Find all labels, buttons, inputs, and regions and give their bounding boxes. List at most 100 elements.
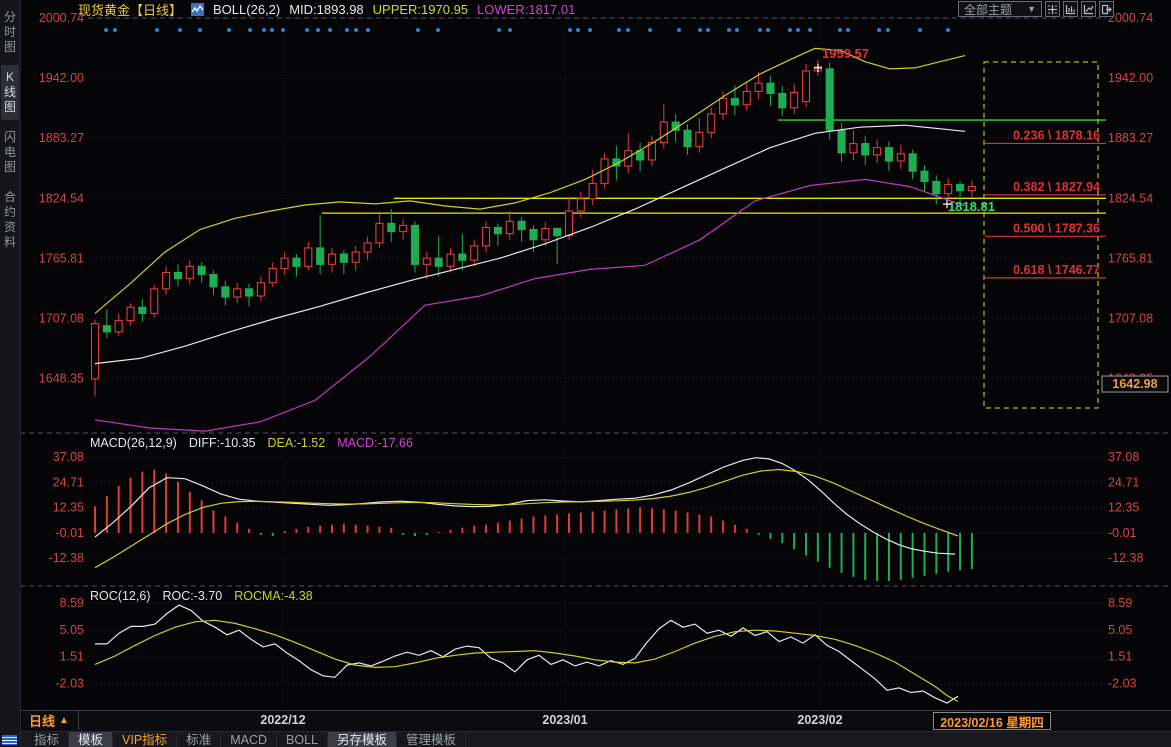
macd-dea-value: DEA:-1.52: [268, 436, 326, 450]
roc-roc-line: [95, 605, 958, 703]
event-dot: [877, 28, 881, 32]
chart-element: [364, 243, 371, 252]
chart-element: [376, 223, 383, 242]
event-dot: [262, 28, 266, 32]
chart-element: [566, 211, 573, 236]
trading-app-window: 2000.742000.741942.001942.001883.271883.…: [0, 0, 1171, 747]
chart-element: [92, 324, 99, 379]
indicator-kline-icon: [191, 3, 204, 16]
axis-tick-left: -0.01: [56, 526, 85, 540]
event-dot: [838, 28, 842, 32]
sidebar-item-label: K线图: [4, 70, 17, 115]
chart-element: [755, 83, 762, 91]
marked-price-box: 1642.98: [1112, 377, 1157, 391]
crosshair-icon-button[interactable]: [1045, 1, 1060, 17]
current-date-box: 2023/02/16 星期四: [933, 712, 1051, 730]
fib-level-label: 0.236 \ 1878.16: [1013, 128, 1100, 142]
boll-indicator-label: BOLL(26,2): [213, 2, 280, 17]
chart-element: [234, 289, 241, 297]
theme-dropdown[interactable]: 全部主题 ▼: [958, 1, 1042, 17]
bar-scale-icon-button[interactable]: [1063, 1, 1078, 17]
axis-tick-left: 1942.00: [39, 71, 84, 85]
boll-lower-line: [95, 179, 965, 431]
chart-element: [198, 266, 205, 274]
axis-tick-right: -2.03: [1108, 677, 1137, 691]
event-dot: [677, 28, 681, 32]
chart-element: [151, 289, 158, 314]
axis-tick-right: -0.01: [1108, 526, 1137, 540]
macd-indicator-label: MACD(26,12,9): [90, 436, 177, 450]
chevron-down-icon: ▼: [1027, 4, 1036, 14]
axis-tick-left: 37.08: [53, 450, 84, 464]
roc-value: ROC:-3.70: [162, 589, 222, 603]
event-dot: [918, 28, 922, 32]
axis-tick-right: 1883.27: [1108, 131, 1153, 145]
sidebar-item-2[interactable]: 闪电图: [1, 125, 19, 180]
axis-tick-left: 1707.08: [39, 311, 84, 325]
time-axis-bar: 日线 ▲ 2023/02/16 星期四 2022/122023/012023/0…: [20, 710, 1171, 731]
chart-element: [921, 171, 928, 181]
boll-upper-line: [95, 48, 965, 313]
axis-tick-right: 37.08: [1108, 450, 1139, 464]
bottom-tab-5[interactable]: BOLL: [277, 732, 328, 747]
bottom-tab-3[interactable]: 标准: [177, 732, 221, 747]
bottom-tab-0[interactable]: 指标: [25, 732, 69, 747]
axis-tick-left: 1883.27: [39, 131, 84, 145]
event-dot: [886, 28, 890, 32]
event-dot: [617, 28, 621, 32]
line-scale-icon-button[interactable]: [1081, 1, 1096, 17]
chart-element: [340, 254, 347, 262]
period-selector[interactable]: 日线 ▲: [20, 711, 79, 730]
macd-diff-line: [95, 458, 955, 554]
macd-macd-value: MACD:-17.66: [337, 436, 413, 450]
timeline-month-2: 2023/02: [797, 713, 842, 727]
chart-element: [174, 272, 181, 278]
timeline-month-1: 2023/01: [542, 713, 587, 727]
instrument-title: 现货黄金【日线】: [78, 0, 182, 19]
event-dot: [198, 28, 202, 32]
chart-element: [850, 144, 857, 153]
chart-element: [874, 148, 881, 155]
sidebar-item-label: 分时图: [4, 10, 17, 55]
chart-element: [423, 258, 430, 264]
chart-element: [897, 154, 904, 161]
arrow-out-icon: [1101, 4, 1112, 15]
chart-element: [945, 185, 952, 194]
chart-element: [885, 148, 892, 161]
sidebar-item-3[interactable]: 合约资料: [1, 185, 19, 255]
sidebar-item-0[interactable]: 分时图: [1, 5, 19, 60]
sidebar-item-1[interactable]: K线图: [1, 65, 19, 120]
axis-tick-right: 1707.08: [1108, 311, 1153, 325]
chart-element: [222, 287, 229, 297]
chart-element: [779, 93, 786, 107]
bottom-tab-4[interactable]: MACD: [221, 732, 277, 747]
chart-element: [767, 83, 774, 93]
bottom-tab-2[interactable]: VIP指标: [113, 732, 177, 747]
line-chart-axis-icon: [1083, 4, 1094, 15]
chart-element: [791, 92, 798, 107]
event-dot: [766, 28, 770, 32]
event-dot: [846, 28, 850, 32]
event-dot: [508, 28, 512, 32]
event-dot: [788, 28, 792, 32]
pane-export-icon-button[interactable]: [1099, 1, 1114, 17]
period-label: 日线: [29, 711, 55, 730]
chart-element: [388, 223, 395, 231]
bottom-tab-7[interactable]: 管理模板: [397, 732, 466, 747]
axis-tick-right: 24.71: [1108, 475, 1139, 489]
price-chart-svg: 2000.742000.741942.001942.001883.271883.…: [0, 0, 1171, 747]
sidebar-item-label: 闪电图: [4, 130, 17, 175]
chart-element: [329, 254, 336, 264]
chart-element: [708, 114, 715, 132]
chart-element: [909, 154, 916, 171]
bottom-tab-6[interactable]: 另存模板: [328, 732, 397, 747]
axis-tick-right: 5.05: [1108, 623, 1132, 637]
event-dot: [281, 28, 285, 32]
price-label: 1959.57: [822, 46, 869, 61]
event-dot: [248, 28, 252, 32]
theme-dropdown-label: 全部主题: [964, 1, 1012, 18]
chart-element: [269, 268, 276, 282]
crosshair-icon: [1047, 4, 1058, 15]
bottom-tab-1[interactable]: 模板: [69, 732, 113, 747]
chart-header: 现货黄金【日线】 BOLL(26,2) MID:1893.98 UPPER:19…: [78, 1, 575, 17]
